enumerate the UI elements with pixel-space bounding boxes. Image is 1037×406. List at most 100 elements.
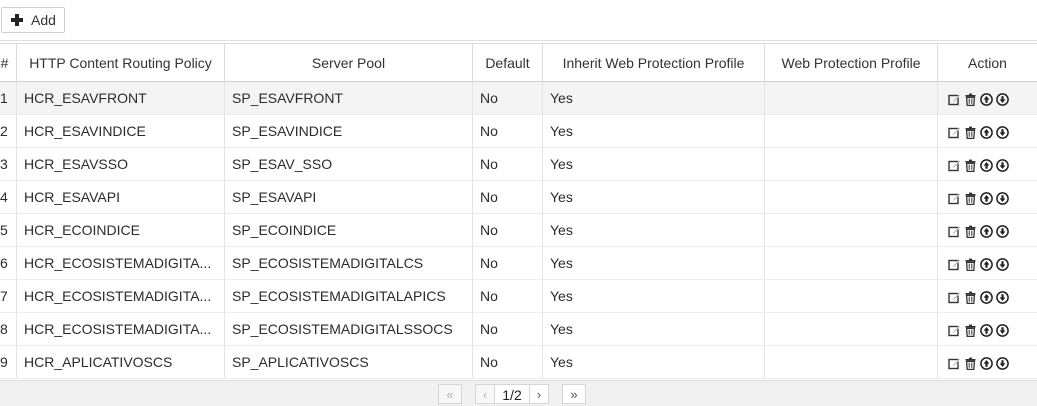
edit-icon[interactable] (948, 93, 961, 106)
web-protection-profile-cell (765, 280, 938, 313)
server-pool-cell: SP_ESAV_SSO (225, 148, 473, 181)
table-row[interactable]: 6HCR_ECOSISTEMADIGITA...SP_ECOSISTEMADIG… (0, 247, 1037, 280)
edit-icon[interactable] (948, 126, 961, 139)
delete-icon[interactable] (964, 291, 977, 304)
table-row[interactable]: 4HCR_ESAVAPISP_ESAVAPINoYes (0, 181, 1037, 214)
default-cell: No (473, 346, 543, 379)
inherit-profile-cell: Yes (543, 214, 765, 247)
default-cell: No (473, 148, 543, 181)
delete-icon[interactable] (964, 324, 977, 337)
action-cell (938, 214, 1037, 247)
server-pool-cell: SP_ECOSISTEMADIGITALCS (225, 247, 473, 280)
move-down-icon[interactable] (996, 324, 1009, 337)
delete-icon[interactable] (964, 93, 977, 106)
delete-icon[interactable] (964, 225, 977, 238)
move-up-icon[interactable] (980, 159, 993, 172)
action-cell (938, 148, 1037, 181)
move-up-icon[interactable] (980, 126, 993, 139)
move-down-icon[interactable] (996, 258, 1009, 271)
default-cell: No (473, 313, 543, 346)
default-cell: No (473, 214, 543, 247)
column-header-default[interactable]: Default (473, 44, 543, 82)
move-down-icon[interactable] (996, 126, 1009, 139)
move-up-icon[interactable] (980, 225, 993, 238)
inherit-profile-cell: Yes (543, 181, 765, 214)
edit-icon[interactable] (948, 357, 961, 370)
move-up-icon[interactable] (980, 291, 993, 304)
policy-name-cell: HCR_ESAVAPI (17, 181, 225, 214)
table-header: # HTTP Content Routing Policy Server Poo… (0, 44, 1037, 82)
inherit-profile-cell: Yes (543, 280, 765, 313)
row-number: 6 (0, 247, 17, 280)
move-up-icon[interactable] (980, 258, 993, 271)
column-header-policy[interactable]: HTTP Content Routing Policy (17, 44, 225, 82)
column-header-server-pool[interactable]: Server Pool (225, 44, 473, 82)
delete-icon[interactable] (964, 258, 977, 271)
last-page-button[interactable]: » (562, 384, 586, 404)
table-row[interactable]: 2HCR_ESAVINDICESP_ESAVINDICENoYes (0, 115, 1037, 148)
edit-icon[interactable] (948, 291, 961, 304)
edit-icon[interactable] (948, 258, 961, 271)
row-number: 7 (0, 280, 17, 313)
policy-name-cell: HCR_APLICATIVOSCS (17, 346, 225, 379)
move-down-icon[interactable] (996, 225, 1009, 238)
edit-icon[interactable] (948, 324, 961, 337)
move-down-icon[interactable] (996, 93, 1009, 106)
web-protection-profile-cell (765, 115, 938, 148)
table-row[interactable]: 7HCR_ECOSISTEMADIGITA...SP_ECOSISTEMADIG… (0, 280, 1037, 313)
column-header-profile[interactable]: Web Protection Profile (765, 44, 938, 82)
policy-name-cell: HCR_ECOINDICE (17, 214, 225, 247)
move-up-icon[interactable] (980, 93, 993, 106)
action-cell (938, 181, 1037, 214)
column-header-num[interactable]: # (0, 44, 17, 82)
policy-name-cell: HCR_ECOSISTEMADIGITA... (17, 313, 225, 346)
inherit-profile-cell: Yes (543, 247, 765, 280)
add-button[interactable]: Add (1, 7, 65, 33)
server-pool-cell: SP_ECOINDICE (225, 214, 473, 247)
move-down-icon[interactable] (996, 159, 1009, 172)
policy-name-cell: HCR_ESAVINDICE (17, 115, 225, 148)
move-down-icon[interactable] (996, 192, 1009, 205)
move-up-icon[interactable] (980, 357, 993, 370)
delete-icon[interactable] (964, 159, 977, 172)
pagination: « ‹ 1/2 › » (0, 380, 1037, 406)
edit-icon[interactable] (948, 225, 961, 238)
delete-icon[interactable] (964, 192, 977, 205)
policy-name-cell: HCR_ESAVSSO (17, 148, 225, 181)
policy-name-cell: HCR_ESAVFRONT (17, 82, 225, 115)
edit-icon[interactable] (948, 159, 961, 172)
move-down-icon[interactable] (996, 357, 1009, 370)
row-number: 5 (0, 214, 17, 247)
web-protection-profile-cell (765, 247, 938, 280)
default-cell: No (473, 115, 543, 148)
table-row[interactable]: 9HCR_APLICATIVOSCSSP_APLICATIVOSCSNoYes (0, 346, 1037, 379)
table-row[interactable]: 8HCR_ECOSISTEMADIGITA...SP_ECOSISTEMADIG… (0, 313, 1037, 346)
table-row[interactable]: 5HCR_ECOINDICESP_ECOINDICENoYes (0, 214, 1037, 247)
first-page-button[interactable]: « (438, 384, 462, 404)
server-pool-cell: SP_ESAVINDICE (225, 115, 473, 148)
move-up-icon[interactable] (980, 192, 993, 205)
column-header-inherit[interactable]: Inherit Web Protection Profile (543, 44, 765, 82)
action-cell (938, 346, 1037, 379)
action-cell (938, 115, 1037, 148)
row-number: 1 (0, 82, 17, 115)
table-row[interactable]: 1HCR_ESAVFRONTSP_ESAVFRONTNoYes (0, 82, 1037, 115)
server-pool-cell: SP_ESAVAPI (225, 181, 473, 214)
action-cell (938, 280, 1037, 313)
delete-icon[interactable] (964, 357, 977, 370)
add-button-label: Add (31, 12, 56, 28)
table-row[interactable]: 3HCR_ESAVSSOSP_ESAV_SSONoYes (0, 148, 1037, 181)
routing-policy-table: # HTTP Content Routing Policy Server Poo… (0, 43, 1037, 379)
next-page-button[interactable]: › (529, 384, 549, 404)
edit-icon[interactable] (948, 192, 961, 205)
default-cell: No (473, 280, 543, 313)
prev-page-button[interactable]: ‹ (475, 384, 495, 404)
move-up-icon[interactable] (980, 324, 993, 337)
inherit-profile-cell: Yes (543, 115, 765, 148)
default-cell: No (473, 82, 543, 115)
delete-icon[interactable] (964, 126, 977, 139)
action-cell (938, 313, 1037, 346)
row-number: 3 (0, 148, 17, 181)
page-indicator: 1/2 (495, 384, 529, 404)
move-down-icon[interactable] (996, 291, 1009, 304)
